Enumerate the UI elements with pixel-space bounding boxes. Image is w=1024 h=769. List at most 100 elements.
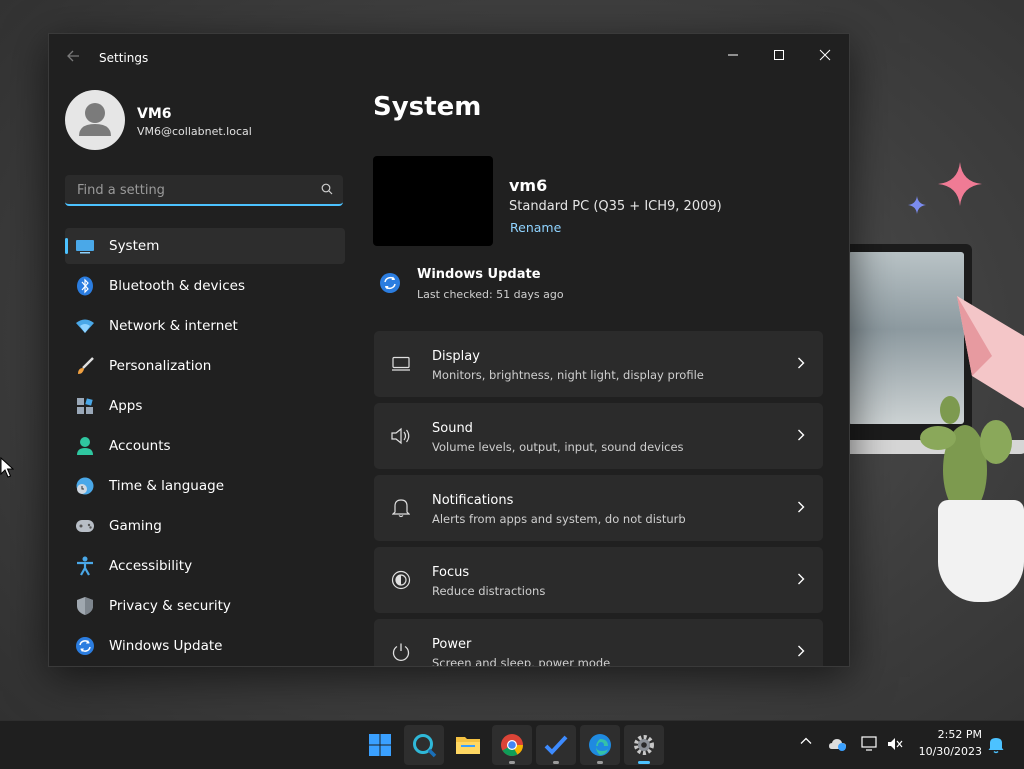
person-icon: [73, 434, 97, 458]
running-indicator: [597, 761, 603, 764]
power-icon: [390, 641, 412, 663]
bluetooth-icon: [73, 274, 97, 298]
card-description: Screen and sleep, power mode: [432, 656, 611, 667]
profile-email: VM6@collabnet.local: [137, 125, 252, 138]
search-input[interactable]: [75, 175, 319, 206]
clock-time[interactable]: 2:52 PM: [930, 728, 982, 741]
maximize-icon: [774, 50, 784, 60]
focus-icon: [390, 569, 412, 591]
windows-update-icon[interactable]: [379, 272, 401, 294]
back-arrow-icon[interactable]: [63, 48, 83, 68]
chevron-right-icon: [798, 429, 805, 441]
card-focus[interactable]: Focus Reduce distractions: [374, 547, 823, 613]
taskbar-search-app[interactable]: [404, 725, 444, 765]
file-explorer-icon: [456, 737, 480, 754]
volume-muted-icon[interactable]: [887, 737, 903, 751]
close-icon: [819, 49, 831, 61]
card-title: Notifications: [432, 493, 514, 508]
search-app-icon: [413, 734, 437, 758]
device-thumbnail: [373, 156, 493, 246]
settings-icon: [634, 735, 654, 755]
chevron-right-icon: [798, 645, 805, 657]
sidebar-item-label: Privacy & security: [109, 598, 231, 614]
network-icon[interactable]: [861, 736, 879, 752]
maximize-button[interactable]: [757, 40, 801, 70]
chevron-up-icon[interactable]: [800, 735, 812, 747]
close-button[interactable]: [803, 40, 847, 70]
chevron-right-icon: [798, 357, 805, 369]
sidebar-item-label: Time & language: [109, 478, 225, 494]
sidebar-item-label: Network & internet: [109, 318, 238, 334]
todo-icon: [544, 735, 568, 755]
sidebar-item-label: Bluetooth & devices: [109, 278, 246, 294]
card-power[interactable]: Power Screen and sleep, power mode: [374, 619, 823, 667]
running-indicator: [509, 761, 515, 764]
sidebar-item-accessibility[interactable]: Accessibility: [65, 548, 345, 584]
card-display[interactable]: Display Monitors, brightness, night ligh…: [374, 331, 823, 397]
start-button[interactable]: [360, 725, 400, 765]
card-description: Monitors, brightness, night light, displ…: [432, 368, 704, 382]
windows-update-title[interactable]: Windows Update: [417, 267, 541, 282]
running-indicator: [553, 761, 559, 764]
card-description: Reduce distractions: [432, 584, 546, 598]
sidebar-item-network[interactable]: Network & internet: [65, 308, 345, 344]
card-title: Sound: [432, 421, 473, 436]
clock-date[interactable]: 10/30/2023: [918, 745, 982, 758]
chevron-right-icon: [798, 573, 805, 585]
taskbar-edge[interactable]: [580, 725, 620, 765]
sidebar-item-time-language[interactable]: Time & language: [65, 468, 345, 504]
card-sound[interactable]: Sound Volume levels, output, input, soun…: [374, 403, 823, 469]
running-indicator: [638, 761, 650, 764]
search-box[interactable]: [65, 175, 343, 206]
bell-icon: [390, 497, 412, 519]
card-notifications[interactable]: Notifications Alerts from apps and syste…: [374, 475, 823, 541]
onedrive-icon[interactable]: [829, 737, 847, 751]
taskbar-file-explorer[interactable]: [448, 725, 488, 765]
card-title: Power: [432, 637, 472, 652]
card-title: Focus: [432, 565, 470, 580]
sidebar-item-label: Apps: [109, 398, 143, 414]
card-description: Alerts from apps and system, do not dist…: [432, 512, 686, 526]
accessibility-icon: [73, 554, 97, 578]
minimize-icon: [728, 54, 738, 56]
paintbrush-icon: [73, 354, 97, 378]
mouse-cursor-icon: [0, 457, 14, 478]
title-bar[interactable]: Settings: [49, 34, 849, 82]
speaker-icon: [390, 425, 412, 447]
sidebar-item-label: Gaming: [109, 518, 162, 534]
sidebar-item-label: Windows Update: [109, 638, 223, 654]
sidebar-item-label: Accounts: [109, 438, 171, 454]
taskbar-todo[interactable]: [536, 725, 576, 765]
user-icon: [79, 103, 111, 136]
device-name: vm6: [509, 176, 548, 195]
sidebar-item-system[interactable]: System: [65, 228, 345, 264]
shield-icon: [73, 594, 97, 618]
device-model: Standard PC (Q35 + ICH9, 2009): [509, 199, 722, 214]
notification-bell-icon[interactable]: [988, 736, 1004, 754]
minimize-button[interactable]: [711, 40, 755, 70]
sparkle-small-icon: [908, 196, 926, 214]
sidebar-item-accounts[interactable]: Accounts: [65, 428, 345, 464]
sidebar-item-gaming[interactable]: Gaming: [65, 508, 345, 544]
avatar[interactable]: [65, 90, 125, 150]
sidebar-item-label: Personalization: [109, 358, 212, 374]
sidebar-item-personalization[interactable]: Personalization: [65, 348, 345, 384]
sparkle-icon: [938, 162, 982, 206]
start-icon: [369, 734, 391, 756]
rename-link[interactable]: Rename: [510, 220, 561, 235]
sidebar-item-apps[interactable]: Apps: [65, 388, 345, 424]
windows-update-status: Last checked: 51 days ago: [417, 288, 564, 301]
taskbar-settings[interactable]: [624, 725, 664, 765]
taskbar-chrome[interactable]: [492, 725, 532, 765]
sidebar-item-windows-update[interactable]: Windows Update: [65, 628, 345, 664]
taskbar: [0, 720, 1024, 769]
sidebar-item-privacy[interactable]: Privacy & security: [65, 588, 345, 624]
display-icon: [390, 353, 412, 375]
edge-icon: [589, 734, 611, 756]
page-title: System: [373, 92, 482, 122]
sidebar-item-bluetooth[interactable]: Bluetooth & devices: [65, 268, 345, 304]
sidebar-nav: System Bluetooth & devices Network & int…: [65, 228, 345, 666]
settings-window: Settings VM6 VM6@collabnet.local Find a …: [48, 33, 850, 667]
search-icon[interactable]: [321, 183, 333, 195]
update-icon: [73, 634, 97, 658]
